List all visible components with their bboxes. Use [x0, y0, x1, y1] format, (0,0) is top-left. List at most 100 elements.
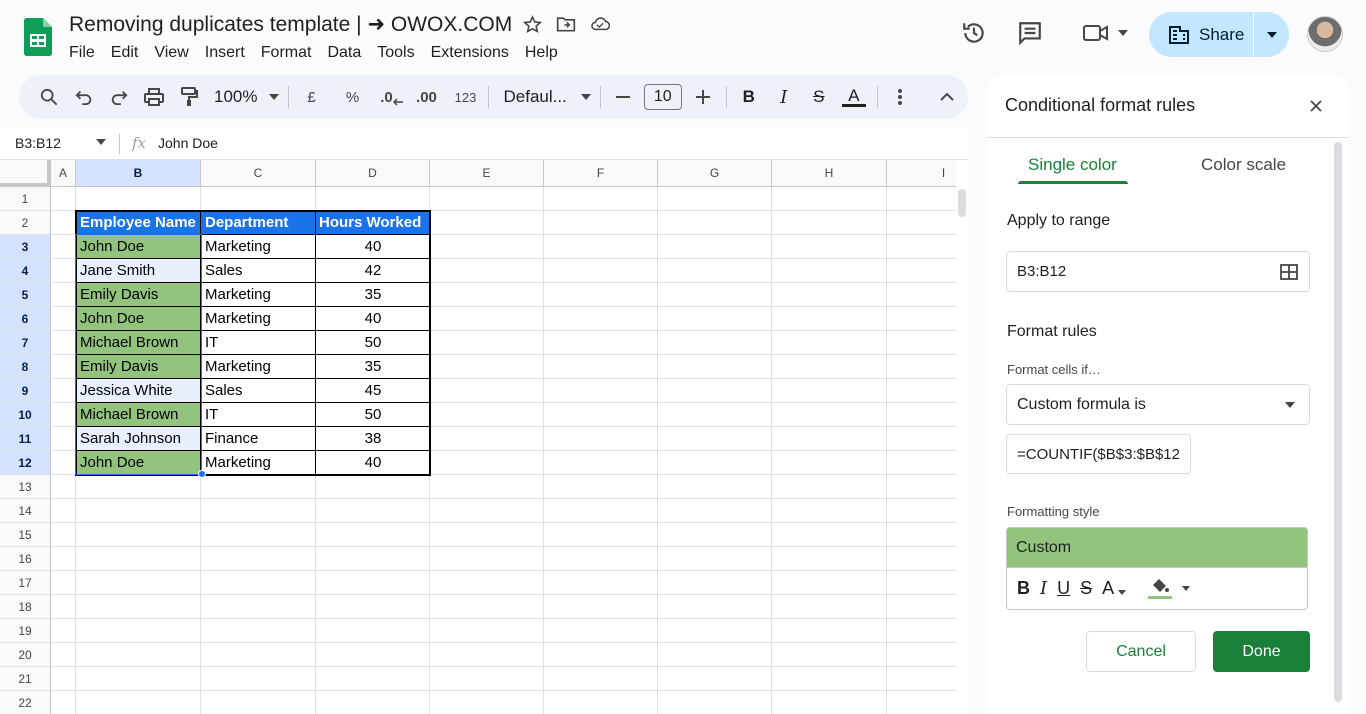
- share-dropdown-icon[interactable]: [1254, 31, 1289, 38]
- strikethrough-icon[interactable]: S: [1080, 578, 1092, 599]
- column-header-h[interactable]: H: [772, 160, 887, 187]
- tab-single-color[interactable]: Single color: [1028, 155, 1117, 175]
- cancel-button[interactable]: Cancel: [1086, 631, 1196, 672]
- panel-scrollbar[interactable]: [1334, 142, 1342, 702]
- menu-insert[interactable]: Insert: [197, 42, 253, 64]
- table-cell-name[interactable]: John Doe: [76, 451, 201, 475]
- table-cell-hours[interactable]: 50: [316, 403, 430, 427]
- row-header-14[interactable]: 14: [0, 499, 51, 523]
- row-header-4[interactable]: 4: [0, 259, 51, 283]
- table-cell-dept[interactable]: Marketing: [201, 451, 316, 475]
- row-header-11[interactable]: 11: [0, 427, 51, 451]
- row-header-7[interactable]: 7: [0, 331, 51, 355]
- column-header-e[interactable]: E: [430, 160, 544, 187]
- vertical-scrollbar[interactable]: [956, 160, 968, 714]
- underline-icon[interactable]: U: [1057, 578, 1070, 599]
- table-cell-dept[interactable]: Sales: [201, 259, 316, 283]
- font-select[interactable]: Defaul...: [503, 83, 591, 111]
- table-cell-hours[interactable]: 40: [316, 307, 430, 331]
- table-cell-hours[interactable]: 35: [316, 355, 430, 379]
- fill-color-icon[interactable]: [1148, 578, 1173, 599]
- menu-view[interactable]: View: [146, 42, 196, 64]
- row-header-12[interactable]: 12: [0, 451, 51, 475]
- comments-icon[interactable]: [1010, 13, 1050, 53]
- font-size-decrease-icon[interactable]: [609, 83, 637, 111]
- column-header-i[interactable]: I: [887, 160, 956, 187]
- table-cell-name[interactable]: John Doe: [76, 307, 201, 331]
- tab-color-scale[interactable]: Color scale: [1201, 155, 1286, 175]
- currency-format-button[interactable]: £: [297, 83, 325, 111]
- row-header-21[interactable]: 21: [0, 667, 51, 691]
- bold-icon[interactable]: B: [1017, 578, 1030, 599]
- table-cell-hours[interactable]: 50: [316, 331, 430, 355]
- fill-handle[interactable]: [198, 470, 206, 478]
- row-header-20[interactable]: 20: [0, 643, 51, 667]
- row-header-9[interactable]: 9: [0, 379, 51, 403]
- row-header-2[interactable]: 2: [0, 211, 51, 235]
- chevron-down-icon[interactable]: [1182, 586, 1191, 591]
- menu-format[interactable]: Format: [253, 42, 320, 64]
- column-header-g[interactable]: G: [658, 160, 772, 187]
- menu-data[interactable]: Data: [319, 42, 369, 64]
- table-cell-name[interactable]: Sarah Johnson: [76, 427, 201, 451]
- row-header-6[interactable]: 6: [0, 307, 51, 331]
- table-cell-hours[interactable]: 45: [316, 379, 430, 403]
- increase-decimal-button[interactable]: .00: [412, 83, 440, 111]
- undo-icon[interactable]: [70, 83, 98, 111]
- cloud-saved-icon[interactable]: [590, 14, 610, 34]
- collapse-toolbar-icon[interactable]: [933, 83, 961, 111]
- strikethrough-icon[interactable]: S: [805, 83, 833, 111]
- table-cell-name[interactable]: Emily Davis: [76, 355, 201, 379]
- row-header-16[interactable]: 16: [0, 547, 51, 571]
- search-menus-icon[interactable]: [35, 83, 63, 111]
- menu-file[interactable]: File: [61, 42, 103, 64]
- document-title[interactable]: Removing duplicates template | ➜ OWOX.CO…: [69, 12, 512, 37]
- table-cell-name[interactable]: Jane Smith: [76, 259, 201, 283]
- table-cell-name[interactable]: Michael Brown: [76, 331, 201, 355]
- range-input[interactable]: B3:B12: [1006, 251, 1310, 292]
- column-header-a[interactable]: A: [51, 160, 76, 187]
- zoom-select[interactable]: 100%: [214, 83, 280, 111]
- table-cell-name[interactable]: Emily Davis: [76, 283, 201, 307]
- menu-tools[interactable]: Tools: [369, 42, 422, 64]
- custom-formula-input[interactable]: =COUNTIF($B$3:$B$12: [1006, 434, 1191, 474]
- formatting-style-preview[interactable]: Custom: [1006, 527, 1308, 567]
- text-color-icon[interactable]: A: [840, 83, 868, 111]
- menu-help[interactable]: Help: [517, 42, 566, 64]
- paint-format-icon[interactable]: [175, 83, 203, 111]
- column-header-d[interactable]: D: [316, 160, 430, 187]
- percent-format-button[interactable]: %: [338, 83, 366, 111]
- close-icon[interactable]: [1307, 97, 1325, 115]
- menu-edit[interactable]: Edit: [103, 42, 147, 64]
- text-color-icon[interactable]: A: [1102, 578, 1127, 599]
- table-cell-dept[interactable]: IT: [201, 403, 316, 427]
- table-cell-name[interactable]: John Doe: [76, 235, 201, 259]
- table-cell-name[interactable]: Jessica White: [76, 379, 201, 403]
- row-header-19[interactable]: 19: [0, 619, 51, 643]
- row-header-5[interactable]: 5: [0, 283, 51, 307]
- formula-input[interactable]: John Doe: [158, 135, 218, 151]
- done-button[interactable]: Done: [1213, 631, 1310, 672]
- select-all-corner[interactable]: [0, 160, 51, 187]
- table-cell-name[interactable]: Michael Brown: [76, 403, 201, 427]
- table-cell-hours[interactable]: 35: [316, 283, 430, 307]
- meet-icon[interactable]: [1075, 13, 1135, 53]
- table-cell-hours[interactable]: 38: [316, 427, 430, 451]
- table-cell-dept[interactable]: Marketing: [201, 235, 316, 259]
- table-header-cell[interactable]: Hours Worked: [316, 211, 430, 235]
- table-cell-hours[interactable]: 40: [316, 451, 430, 475]
- row-header-13[interactable]: 13: [0, 475, 51, 499]
- move-folder-icon[interactable]: [556, 14, 576, 34]
- table-cell-dept[interactable]: Marketing: [201, 307, 316, 331]
- row-header-10[interactable]: 10: [0, 403, 51, 427]
- table-cell-dept[interactable]: Finance: [201, 427, 316, 451]
- table-cell-dept[interactable]: Marketing: [201, 355, 316, 379]
- row-header-18[interactable]: 18: [0, 595, 51, 619]
- row-header-1[interactable]: 1: [0, 187, 51, 211]
- table-cell-hours[interactable]: 42: [316, 259, 430, 283]
- table-header-cell[interactable]: Department: [201, 211, 316, 235]
- avatar[interactable]: [1307, 16, 1343, 52]
- print-icon[interactable]: [140, 83, 168, 111]
- column-header-c[interactable]: C: [201, 160, 316, 187]
- row-header-22[interactable]: 22: [0, 691, 51, 714]
